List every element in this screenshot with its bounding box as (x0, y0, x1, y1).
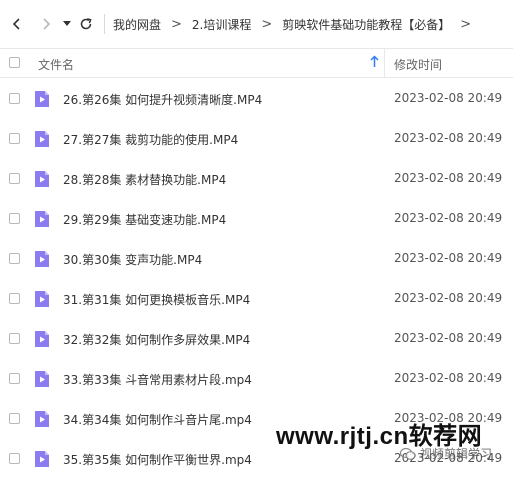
breadcrumb-item[interactable]: 2.培训课程 (192, 16, 251, 33)
row-checkbox[interactable] (9, 133, 20, 144)
video-file-icon (35, 371, 49, 387)
file-row[interactable]: 26.第26集 如何提升视频清晰度.MP4 2023-02-08 20:49 (0, 79, 513, 119)
breadcrumb-item[interactable]: 剪映软件基础功能教程【必备】 (282, 16, 450, 33)
forward-button[interactable] (32, 10, 60, 38)
file-modified-time: 2023-02-08 20:49 (394, 91, 503, 105)
video-file-icon (35, 131, 49, 147)
video-file-icon (35, 251, 49, 267)
video-file-icon (35, 91, 49, 107)
back-button[interactable] (2, 10, 32, 38)
row-checkbox[interactable] (9, 373, 20, 384)
file-name[interactable]: 35.第35集 如何制作平衡世界.mp4 (63, 451, 252, 468)
wechat-icon (400, 447, 416, 460)
row-checkbox[interactable] (9, 173, 20, 184)
column-divider (384, 49, 385, 77)
file-row[interactable]: 27.第27集 裁剪功能的使用.MP4 2023-02-08 20:49 (0, 119, 513, 159)
video-file-icon (35, 171, 49, 187)
file-row[interactable]: 29.第29集 基础变速功能.MP4 2023-02-08 20:49 (0, 199, 513, 239)
video-file-icon (35, 411, 49, 427)
file-name[interactable]: 33.第33集 斗音常用素材片段.mp4 (63, 371, 252, 388)
row-checkbox[interactable] (9, 413, 20, 424)
history-dropdown[interactable] (60, 10, 74, 38)
watermark-caption-text: 视频剪辑学习 (420, 447, 493, 461)
watermark-caption: 视频剪辑学习 (400, 445, 492, 462)
file-name[interactable]: 30.第30集 变声功能.MP4 (63, 251, 202, 268)
row-checkbox[interactable] (9, 213, 20, 224)
row-checkbox[interactable] (9, 253, 20, 264)
file-name[interactable]: 31.第31集 如何更换模板音乐.MP4 (63, 291, 250, 308)
row-checkbox[interactable] (9, 453, 20, 464)
breadcrumb-item[interactable]: 我的网盘 (113, 16, 161, 33)
file-list-header: 文件名 修改时间 (0, 48, 513, 78)
file-modified-time: 2023-02-08 20:49 (394, 331, 503, 345)
file-modified-time: 2023-02-08 20:49 (394, 171, 503, 185)
file-modified-time: 2023-02-08 20:49 (394, 291, 503, 305)
file-name[interactable]: 32.第32集 如何制作多屏效果.MP4 (63, 331, 250, 348)
refresh-button[interactable] (74, 10, 98, 38)
breadcrumb-separator: > (460, 16, 472, 32)
file-row[interactable]: 30.第30集 变声功能.MP4 2023-02-08 20:49 (0, 239, 513, 279)
refresh-icon (80, 18, 92, 30)
file-name[interactable]: 29.第29集 基础变速功能.MP4 (63, 211, 226, 228)
breadcrumb-separator: > (171, 16, 182, 32)
file-modified-time: 2023-02-08 20:49 (394, 371, 503, 385)
file-row[interactable]: 32.第32集 如何制作多屏效果.MP4 2023-02-08 20:49 (0, 319, 513, 359)
video-file-icon (35, 451, 49, 467)
file-name[interactable]: 27.第27集 裁剪功能的使用.MP4 (63, 131, 238, 148)
file-name[interactable]: 34.第34集 如何制作斗音片尾.mp4 (63, 411, 252, 428)
row-checkbox[interactable] (9, 93, 20, 104)
arrow-up-icon[interactable] (370, 55, 379, 69)
chevron-left-icon (12, 18, 20, 30)
file-name[interactable]: 26.第26集 如何提升视频清晰度.MP4 (63, 91, 262, 108)
breadcrumb: 我的网盘 > 2.培训课程 > 剪映软件基础功能教程【必备】 > (113, 16, 481, 33)
select-all-checkbox[interactable] (9, 57, 20, 68)
column-header-name[interactable]: 文件名 (38, 56, 74, 73)
video-file-icon (35, 291, 49, 307)
file-modified-time: 2023-02-08 20:49 (394, 131, 503, 145)
video-file-icon (35, 211, 49, 227)
caret-down-icon (63, 21, 71, 26)
row-checkbox[interactable] (9, 333, 20, 344)
chevron-right-icon (43, 18, 51, 30)
toolbar-divider (104, 14, 105, 34)
file-row[interactable]: 28.第28集 素材替换功能.MP4 2023-02-08 20:49 (0, 159, 513, 199)
file-row[interactable]: 31.第31集 如何更换模板音乐.MP4 2023-02-08 20:49 (0, 279, 513, 319)
file-row[interactable]: 33.第33集 斗音常用素材片段.mp4 2023-02-08 20:49 (0, 359, 513, 399)
file-modified-time: 2023-02-08 20:49 (394, 251, 503, 265)
file-name[interactable]: 28.第28集 素材替换功能.MP4 (63, 171, 226, 188)
breadcrumb-separator: > (261, 16, 273, 32)
file-modified-time: 2023-02-08 20:49 (394, 211, 503, 225)
toolbar: 我的网盘 > 2.培训课程 > 剪映软件基础功能教程【必备】 > (0, 0, 513, 48)
row-checkbox[interactable] (9, 293, 20, 304)
column-header-modified[interactable]: 修改时间 (394, 56, 442, 73)
video-file-icon (35, 331, 49, 347)
